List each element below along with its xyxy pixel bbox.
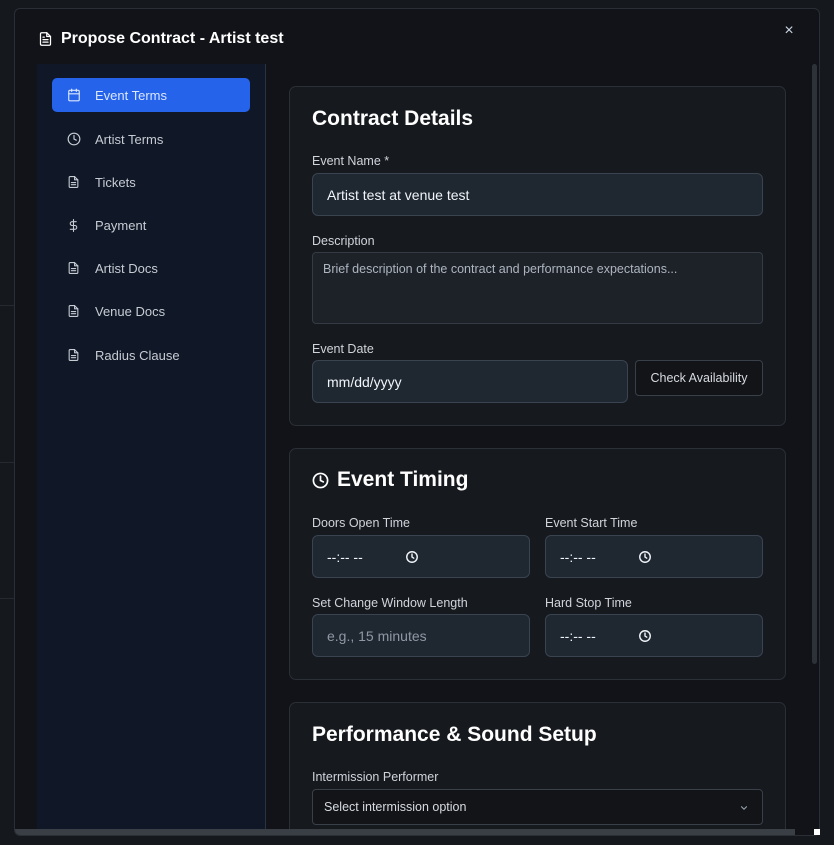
sidebar-nav: Event Terms Artist Terms Tickets Payment… (37, 64, 266, 835)
clock-icon[interactable] (405, 550, 419, 564)
time-value: --:-- -- (560, 548, 596, 565)
calendar-icon (66, 88, 81, 103)
event-date-input[interactable]: mm/dd/yyyy (312, 360, 628, 403)
event-start-time-input[interactable]: --:-- -- (545, 535, 763, 578)
sidebar-item-tickets[interactable]: Tickets (52, 165, 250, 199)
sidebar-item-label: Payment (95, 217, 147, 233)
set-change-label: Set Change Window Length (312, 596, 468, 610)
sidebar-item-venue-docs[interactable]: Venue Docs (52, 294, 250, 328)
main-content: Contract Details Event Name * Artist tes… (267, 64, 811, 835)
select-value: Select intermission option (324, 800, 467, 814)
sidebar-item-label: Event Terms (95, 87, 168, 103)
propose-contract-modal: Propose Contract - Artist test × Event T… (14, 8, 820, 836)
event-timing-card: Event Timing Doors Open Time --:-- -- Ev… (289, 448, 786, 680)
doors-open-label: Doors Open Time (312, 516, 410, 530)
contract-details-card: Contract Details Event Name * Artist tes… (289, 86, 786, 426)
resize-corner (814, 829, 820, 835)
section-title: Event Timing (312, 468, 468, 492)
intermission-select[interactable]: Select intermission option (312, 789, 763, 825)
sidebar-item-label: Radius Clause (95, 347, 180, 363)
description-textarea[interactable]: Brief description of the contract and pe… (312, 252, 763, 324)
background-divider (0, 462, 14, 463)
sidebar-item-radius-clause[interactable]: Radius Clause (52, 338, 250, 372)
sidebar-item-artist-docs[interactable]: Artist Docs (52, 251, 250, 285)
time-value: --:-- -- (560, 627, 596, 644)
time-value: --:-- -- (327, 548, 363, 565)
document-icon (39, 32, 52, 46)
event-name-label: Event Name * (312, 154, 390, 168)
event-name-input[interactable]: Artist test at venue test (312, 173, 763, 216)
chevron-down-icon (740, 806, 748, 810)
modal-header: Propose Contract - Artist test × (15, 9, 819, 64)
background-divider (0, 598, 14, 599)
intermission-label: Intermission Performer (312, 770, 439, 784)
document-icon (66, 175, 81, 190)
clock-icon (312, 472, 329, 488)
sidebar-item-artist-terms[interactable]: Artist Terms (52, 122, 250, 156)
sidebar-item-label: Artist Terms (95, 131, 164, 147)
section-title: Contract Details (312, 107, 474, 130)
check-availability-button[interactable]: Check Availability (635, 360, 763, 396)
document-icon (66, 304, 81, 319)
performance-sound-card: Performance & Sound Setup Intermission P… (289, 702, 786, 835)
clock-icon (66, 132, 81, 147)
section-title: Performance & Sound Setup (312, 723, 597, 746)
hard-stop-time-input[interactable]: --:-- -- (545, 614, 763, 657)
sidebar-item-label: Artist Docs (95, 260, 158, 276)
sidebar-item-payment[interactable]: Payment (52, 208, 250, 242)
hard-stop-label: Hard Stop Time (545, 596, 632, 610)
vertical-scrollbar[interactable] (812, 64, 817, 664)
modal-title-text: Propose Contract - Artist test (61, 30, 284, 47)
event-date-label: Event Date (312, 342, 374, 356)
section-title-text: Event Timing (337, 468, 469, 491)
background-divider (0, 305, 14, 306)
document-icon (66, 261, 81, 276)
event-start-label: Event Start Time (545, 516, 638, 530)
sidebar-item-event-terms[interactable]: Event Terms (52, 78, 250, 112)
description-label: Description (312, 234, 375, 248)
document-icon (66, 348, 81, 363)
dollar-icon (66, 218, 81, 233)
sidebar-item-label: Tickets (95, 174, 136, 190)
modal-title: Propose Contract - Artist test (38, 30, 284, 48)
sidebar-item-label: Venue Docs (95, 303, 166, 319)
doors-open-time-input[interactable]: --:-- -- (312, 535, 530, 578)
clock-icon[interactable] (638, 550, 652, 564)
set-change-window-input[interactable]: e.g., 15 minutes (312, 614, 530, 657)
clock-icon[interactable] (638, 629, 652, 643)
horizontal-scrollbar[interactable] (15, 829, 795, 835)
close-button[interactable]: × (781, 23, 797, 39)
